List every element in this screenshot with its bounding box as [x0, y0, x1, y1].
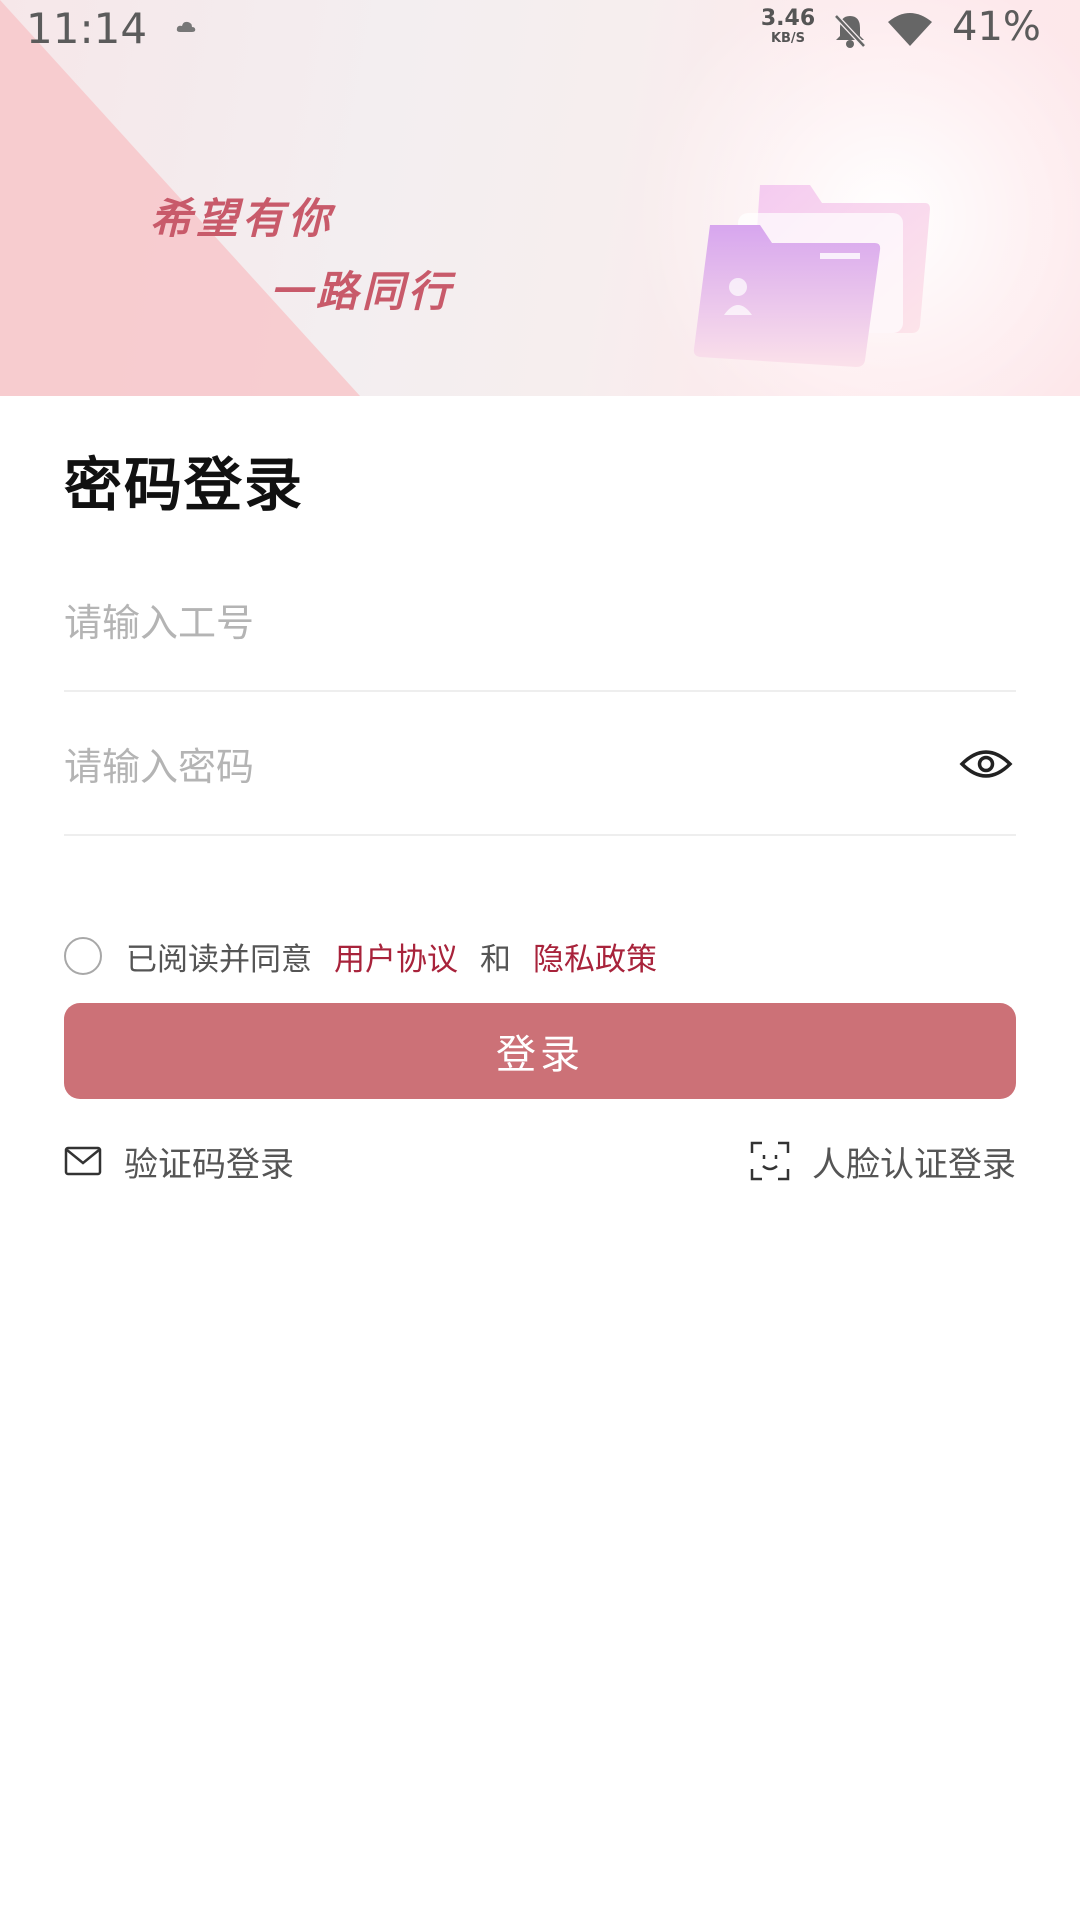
- folder-illustration-icon: [693, 185, 930, 367]
- status-time: 11:14: [26, 4, 148, 53]
- network-speed-unit: KB/S: [770, 31, 806, 46]
- network-speed-value: 3.46: [760, 6, 816, 31]
- agreement-row: 已阅读并同意 用户协议 和 隐私政策: [64, 934, 679, 979]
- eye-icon[interactable]: [958, 744, 1014, 784]
- network-speed: 3.46 KB/S: [760, 6, 816, 46]
- agreement-and: 和: [480, 941, 511, 978]
- wifi-icon: [888, 13, 932, 46]
- agreement-checkbox[interactable]: [64, 937, 102, 975]
- user-agreement-link[interactable]: 用户协议: [334, 934, 458, 979]
- sms-code-login-label: 验证码登录: [124, 1144, 294, 1185]
- employee-id-input[interactable]: [64, 588, 944, 658]
- slogan-line-1: 希望有你: [150, 194, 335, 243]
- page-title: 密码登录: [64, 451, 305, 519]
- header-banner: 希望有你 一路同行: [0, 0, 1080, 396]
- face-login[interactable]: 人脸认证登录: [750, 1138, 1016, 1185]
- face-scan-icon: [750, 1141, 790, 1181]
- bell-muted-icon: [834, 14, 866, 48]
- cloud-icon: [176, 21, 196, 32]
- mail-icon: [64, 1146, 102, 1176]
- status-bar: 11:14 3.46 KB/S 41%: [0, 0, 1080, 56]
- password-field: [64, 692, 1016, 836]
- employee-id-field: [64, 548, 1016, 692]
- password-input[interactable]: [64, 732, 944, 802]
- privacy-policy-link[interactable]: 隐私政策: [533, 934, 657, 979]
- slogan-line-2: 一路同行: [270, 267, 455, 316]
- face-login-label: 人脸认证登录: [812, 1144, 1016, 1185]
- battery-level: 41%: [952, 4, 1041, 50]
- sms-code-login[interactable]: 验证码登录: [64, 1138, 294, 1185]
- agreement-prefix: 已阅读并同意: [126, 941, 312, 978]
- login-button[interactable]: 登录: [64, 1003, 1016, 1099]
